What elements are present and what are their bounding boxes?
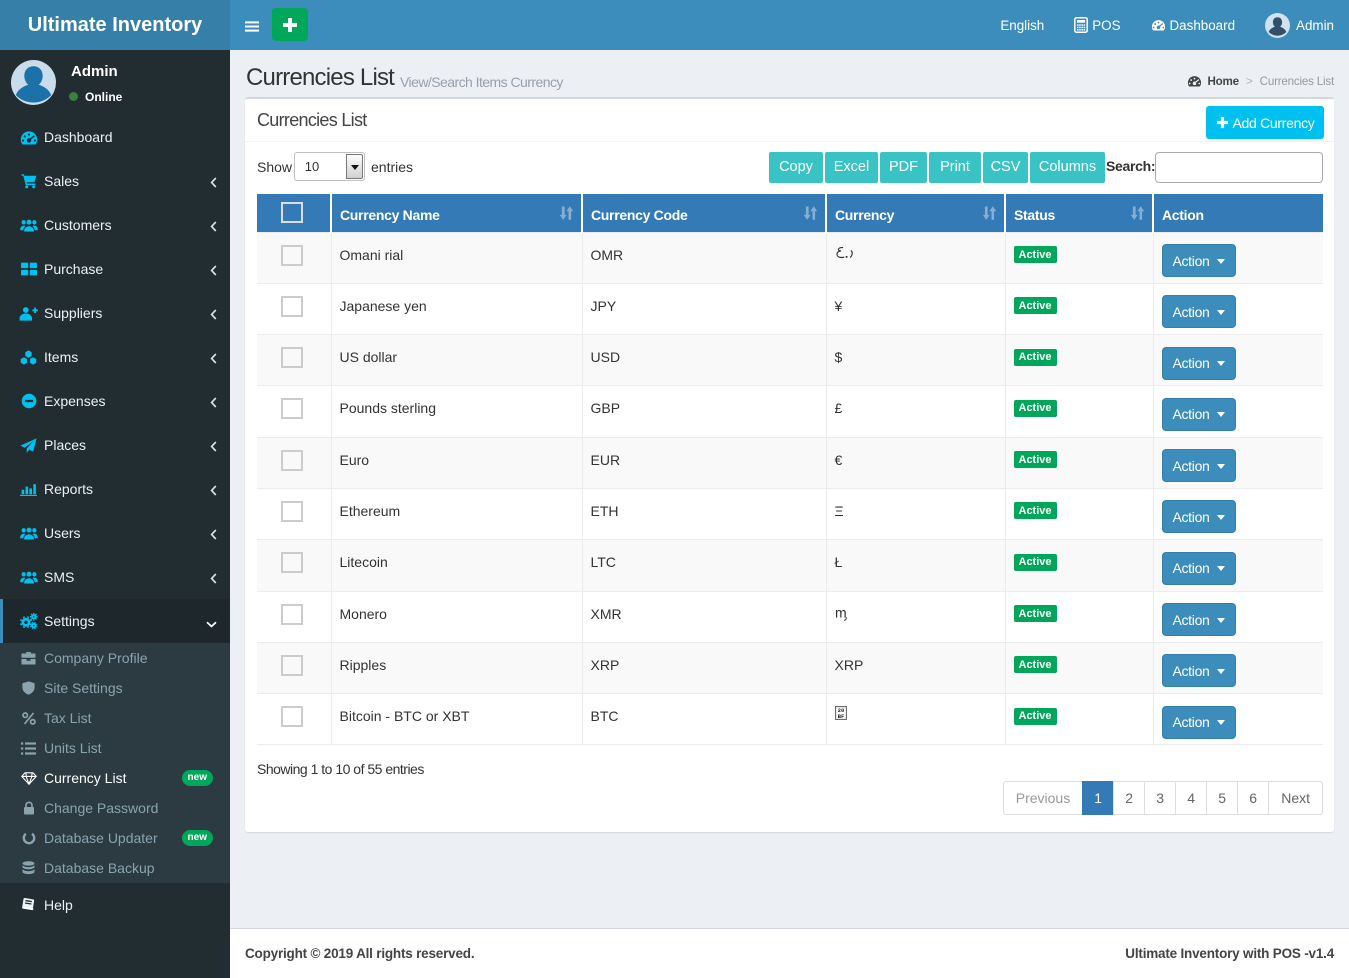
svg-text:m: m [835, 607, 847, 621]
svg-text:BF: BF [837, 713, 844, 720]
